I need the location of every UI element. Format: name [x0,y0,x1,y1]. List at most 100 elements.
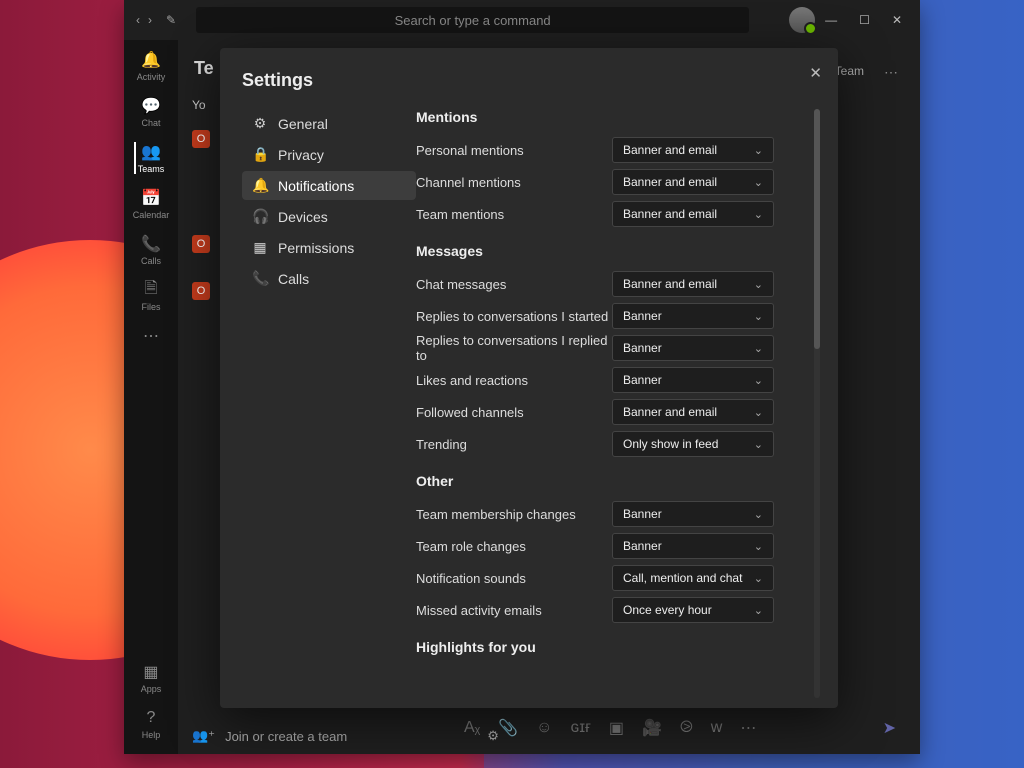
add-team-icon: 👥⁺ [192,728,215,744]
titlebar: ‹ › ✎ Search or type a command — ☐ ✕ [124,0,920,40]
settings-tab-devices[interactable]: 🎧Devices [242,202,416,231]
app-body: 🔔Activity 💬Chat 👥Teams 📅Calendar 📞Calls … [124,40,920,754]
settings-tab-label: Calls [278,271,309,287]
close-icon[interactable]: ✕ [892,13,902,27]
settings-select[interactable]: Banner and email⌄ [612,201,774,227]
send-icon[interactable]: ➤ [883,718,896,738]
rail-label: Help [142,730,161,740]
rail-apps[interactable]: ▦Apps [141,662,162,694]
minimize-icon[interactable]: — [825,13,837,27]
select-value: Only show in feed [623,437,718,451]
settings-row-label: Chat messages [416,277,612,292]
team-more-icon[interactable]: ⋯ [884,64,898,81]
search-input[interactable]: Search or type a command [196,7,749,33]
settings-row-label: Likes and reactions [416,373,612,388]
settings-row-label: Followed channels [416,405,612,420]
rail-calendar[interactable]: 📅Calendar [133,188,170,220]
settings-row: Channel mentionsBanner and email⌄ [416,167,814,197]
rail-chat[interactable]: 💬 Chat [141,96,161,128]
rail-activity[interactable]: 🔔 Activity [137,50,166,82]
settings-select[interactable]: Banner and email⌄ [612,271,774,297]
settings-tab-general[interactable]: ⚙General [242,109,416,138]
select-value: Banner and email [623,405,717,419]
team-tile[interactable]: O [192,282,210,300]
more-icon[interactable]: ⋯ [740,718,756,738]
select-value: Banner and email [623,143,717,157]
chevron-down-icon: ⌄ [754,406,763,419]
rail-help[interactable]: ?Help [141,708,161,740]
settings-row-label: Replies to conversations I replied to [416,333,612,363]
settings-row-label: Team membership changes [416,507,612,522]
select-value: Once every hour [623,603,712,617]
attach-icon[interactable]: 📎 [498,718,518,738]
sticker-icon[interactable]: ▣ [609,718,624,738]
settings-select[interactable]: Call, mention and chat⌄ [612,565,774,591]
stream-icon[interactable]: ⧁ [680,719,693,737]
settings-row: Notification soundsCall, mention and cha… [416,563,814,593]
compose-icon[interactable]: ✎ [166,13,176,27]
chevron-down-icon: ⌄ [754,176,763,189]
settings-select[interactable]: Only show in feed ⌄ [612,431,774,457]
settings-select[interactable]: Banner and email⌄ [612,169,774,195]
teams-icon: 👥 [141,142,161,162]
maximize-icon[interactable]: ☐ [859,13,870,27]
settings-tab-label: Privacy [278,147,324,163]
meet-icon[interactable]: 🎥 [642,718,662,738]
settings-select[interactable]: Banner and email ⌄ [612,137,774,163]
emoji-icon[interactable]: ☺ [536,719,552,737]
format-icon[interactable]: Aᵪ [464,719,480,737]
scrollbar[interactable] [814,109,820,698]
rail-teams[interactable]: 👥 Teams [134,142,165,174]
bell-icon: 🔔 [141,50,161,70]
rail-label: Chat [141,118,160,128]
settings-tab-label: Devices [278,209,328,225]
settings-row-label: Trending [416,437,612,452]
rail-more[interactable]: ⋯ [141,326,161,346]
select-value: Banner [623,507,662,521]
team-tile[interactable]: O [192,130,210,148]
settings-row: Team membership changesBanner⌄ [416,499,814,529]
rail-calls[interactable]: 📞Calls [141,234,161,266]
settings-row: Replies to conversations I replied toBan… [416,333,814,363]
settings-select[interactable]: Banner⌄ [612,533,774,559]
rail-label: Activity [137,72,166,82]
rail-label: Files [141,302,160,312]
settings-row: Personal mentionsBanner and email⌄ [416,135,814,165]
settings-tab-notifications[interactable]: 🔔Notifications [242,171,416,200]
team-tile[interactable]: O [192,235,210,253]
group-title: Messages [416,243,814,259]
rail-files[interactable]: 🗎Files [141,280,161,312]
settings-row-label: Team role changes [416,539,612,554]
settings-row-label: Team mentions [416,207,612,222]
settings-tab-label: Permissions [278,240,354,256]
settings-select[interactable]: Once every hour⌄ [612,597,774,623]
settings-row: Chat messagesBanner and email⌄ [416,269,814,299]
apps-icon: ▦ [141,662,161,682]
chevron-down-icon: ⌄ [754,438,763,451]
gear-icon: ⚙ [252,115,268,132]
teams-app-window: ‹ › ✎ Search or type a command — ☐ ✕ 🔔 Ac… [124,0,920,754]
chevron-down-icon: ⌄ [754,540,763,553]
gif-icon[interactable]: ɢɪғ [570,719,590,737]
chevron-down-icon: ⌄ [754,144,763,157]
settings-select[interactable]: Banner⌄ [612,335,774,361]
settings-row: Followed channels Banner and email ⌄ [416,397,814,427]
settings-select[interactable]: Banner and email ⌄ [612,399,774,425]
back-icon[interactable]: ‹ [136,13,140,27]
dialog-close-icon[interactable]: ✕ [809,64,822,82]
wiki-icon[interactable]: w [711,719,723,737]
settings-select[interactable]: Banner⌄ [612,501,774,527]
join-team-bar[interactable]: 👥⁺ Join or create a team ⚙ [192,728,499,744]
select-value: Banner [623,309,662,323]
settings-tab-privacy[interactable]: 🔒Privacy [242,140,416,169]
avatar[interactable] [789,7,815,33]
chat-icon: 💬 [141,96,161,116]
forward-icon[interactable]: › [148,13,152,27]
settings-select[interactable]: Banner⌄ [612,303,774,329]
chevron-down-icon: ⌄ [754,342,763,355]
settings-select[interactable]: Banner⌄ [612,367,774,393]
settings-row: Trending Only show in feed ⌄ [416,429,814,459]
settings-tab-permissions[interactable]: ▦Permissions [242,233,416,262]
settings-tab-calls[interactable]: 📞Calls [242,264,416,293]
rail-label: Teams [138,164,165,174]
